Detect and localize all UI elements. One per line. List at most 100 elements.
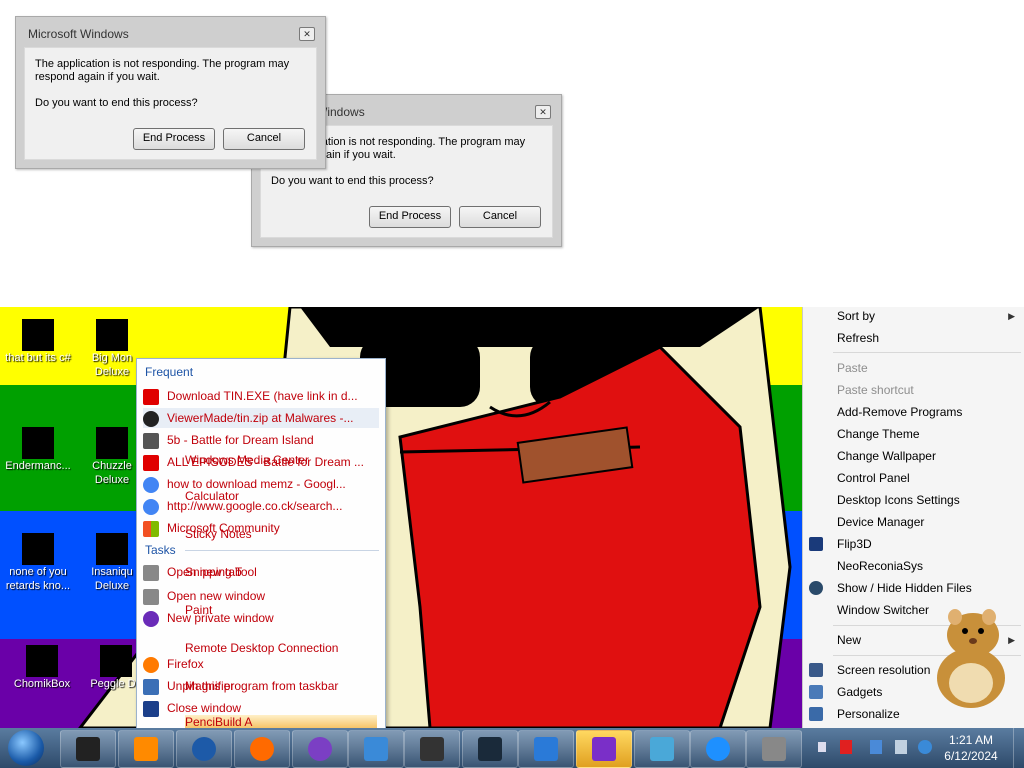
taskbar-button[interactable] [60,730,116,768]
screen-resolution-icon [809,663,823,677]
menu-item-device-manager[interactable]: Device Manager [837,515,924,529]
disk-icon [762,737,786,761]
menu-item-control-panel[interactable]: Control Panel [837,471,910,485]
jump-list-item-label: 5b - Battle for Dream Island [167,433,314,447]
overlap-label: Snipping Tool [185,565,257,579]
taskbar-button[interactable] [746,730,802,768]
cancel-button[interactable]: Cancel [459,206,541,228]
menu-item-neoreconiasys[interactable]: NeoReconiaSys [837,559,923,573]
menu-item-flip3d[interactable]: Flip3D [837,537,872,551]
menu-item-gadgets[interactable]: Gadgets [837,685,882,699]
redacted-icon [96,319,128,351]
menu-item-screen-resolution[interactable]: Screen resolution [837,663,930,677]
taskbar-button[interactable] [404,730,460,768]
new-window-icon [143,588,159,605]
overlap-label: PenciBuild A [185,715,377,729]
private-icon [143,610,159,627]
jump-list-divider [185,550,379,551]
taskbar-button[interactable] [118,730,174,768]
youtube-icon [143,454,159,471]
dialog-question: Do you want to end this process? [35,97,198,109]
dialog-title: Microsoft Windows [28,27,129,41]
google-icon [143,476,159,493]
desktop-icon-label: ChomikBox [13,678,71,690]
notes-icon [650,737,674,761]
jump-list-frequent-header: Frequent [145,365,194,379]
taskbar-button[interactable] [462,730,518,768]
taskbar-button[interactable] [234,730,290,768]
taskbar-button[interactable] [576,730,632,768]
menu-item-desktop-icons-settings[interactable]: Desktop Icons Settings [837,493,960,507]
menu-item-window-switcher[interactable]: Window Switcher [837,603,929,617]
end-process-button[interactable]: End Process [133,128,215,150]
tray-volume-icon[interactable] [895,740,907,754]
gadgets-icon [809,685,823,699]
menu-item-personalize[interactable]: Personalize [837,707,900,721]
jump-list-item[interactable]: http://www.google.co.ck/search... [143,496,379,516]
desktop-context-menu: Sort by ▶ Refresh Paste Paste shortcut A… [802,307,1024,728]
dialog-question: Do you want to end this process? [271,175,434,187]
menu-item-refresh[interactable]: Refresh [837,331,879,345]
taskbar-button[interactable] [518,730,574,768]
redacted-icon [22,319,54,351]
jump-list-item-label: Close window [167,701,242,715]
menu-item-show-hide-hidden-files[interactable]: Show / Hide Hidden Files [837,581,972,595]
tray-network-icon[interactable] [870,740,882,754]
firefox-jump-list: Frequent Download TIN.EXE (have link in … [136,358,386,730]
jump-list-task[interactable]: New private window [143,608,379,628]
window-icon [534,737,558,761]
menu-item-paste-shortcut[interactable]: Paste shortcut [837,383,914,397]
cancel-button[interactable]: Cancel [223,128,305,150]
jump-list-task[interactable]: Open new window [143,586,379,606]
desktop-icon[interactable]: that but its c# [2,319,74,365]
menu-item-change-theme[interactable]: Change Theme [837,427,920,441]
jump-list-item[interactable]: Download TIN.EXE (have link in d... [143,386,379,406]
tray-flag-icon[interactable] [840,740,852,754]
close-icon [143,700,159,717]
jump-list-item[interactable]: how to download memz - Googl... [143,474,379,494]
tray-chevron-icon[interactable] [818,742,826,752]
show-desktop-button[interactable] [1013,728,1024,768]
internet-explorer-icon [706,737,730,761]
unpin-icon [143,678,159,695]
redacted-icon [96,533,128,565]
close-icon[interactable]: ✕ [535,105,551,119]
new-tab-icon [143,564,159,581]
globe-icon [192,737,216,761]
jump-list-task[interactable]: Unpin this program from taskbar [143,676,379,696]
menu-item-paste[interactable]: Paste [837,361,868,375]
desktop-icon[interactable]: Endermanc... [2,427,74,473]
taskbar-button[interactable] [292,730,348,768]
desktop-icon[interactable]: none of you retards kno... [2,533,74,593]
jump-list-task[interactable]: Open new tab [143,562,379,582]
jump-list-item[interactable]: ViewerMade/tin.zip at Malwares -... [143,408,379,428]
taskbar-button[interactable] [348,730,404,768]
bonzi-icon [308,737,332,761]
jump-list-task[interactable]: Firefox [143,654,379,674]
dialog-message: The application is not responding. The p… [35,58,290,83]
close-icon[interactable]: ✕ [299,27,315,41]
firefox-icon [143,656,159,673]
hidden-files-icon [809,581,823,595]
personalize-icon [809,707,823,721]
menu-item-add-remove-programs[interactable]: Add-Remove Programs [837,405,962,419]
photo-icon [364,737,388,761]
jump-list-item[interactable]: Microsoft Community [143,518,379,538]
tray-ie-icon[interactable] [918,740,932,754]
windows-icon [143,520,159,537]
desktop-icon[interactable]: ChomikBox [6,645,78,691]
menu-item-sort-by[interactable]: Sort by [837,309,875,323]
firefox-icon [250,737,274,761]
taskbar-button[interactable] [690,730,746,768]
end-process-button[interactable]: End Process [369,206,451,228]
jump-list-item[interactable]: 5b - Battle for Dream Island [143,430,379,450]
taskbar-button[interactable] [634,730,690,768]
windows-orb-icon[interactable] [8,730,44,766]
terminal-icon [420,737,444,761]
clock-time: 1:21 AM [948,733,994,747]
menu-item-change-wallpaper[interactable]: Change Wallpaper [837,449,936,463]
taskbar-button[interactable] [176,730,232,768]
taskbar-clock[interactable]: 1:21 AM 6/12/2024 [936,732,1006,764]
menu-item-new[interactable]: New [837,633,861,647]
overlap-label: Paint [185,603,213,617]
